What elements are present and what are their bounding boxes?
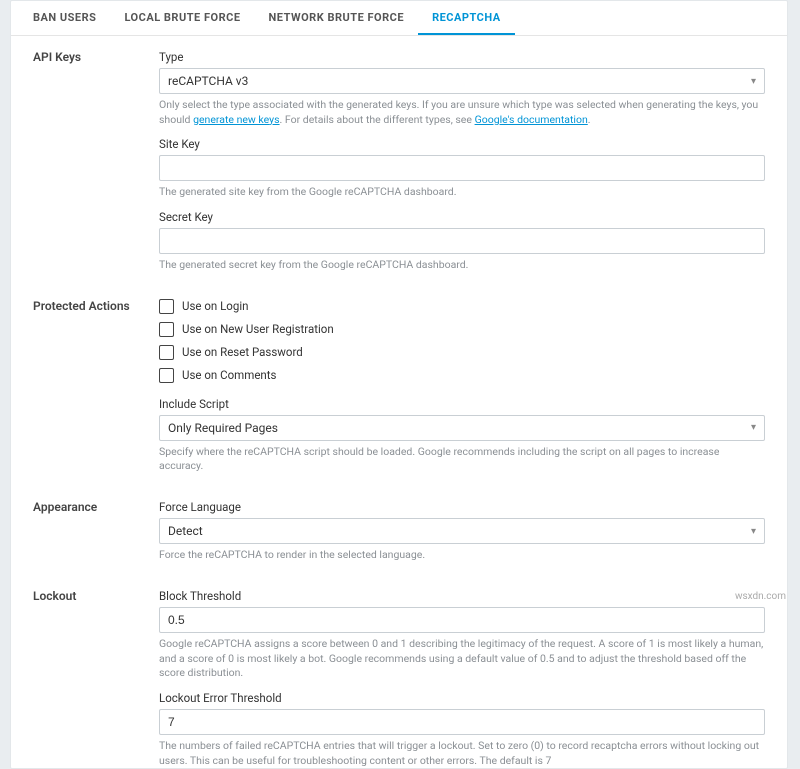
generate-new-keys-link[interactable]: generate new keys xyxy=(193,113,279,126)
check-registration-label: Use on New User Registration xyxy=(182,322,334,336)
chevron-down-icon: ▾ xyxy=(751,422,756,433)
site-key-label: Site Key xyxy=(159,137,765,151)
section-appearance: Appearance Force Language Detect ▾ Force… xyxy=(33,500,765,563)
site-key-helper: The generated site key from the Google r… xyxy=(159,185,765,200)
section-title-appearance: Appearance xyxy=(33,500,153,563)
checkbox-icon xyxy=(159,322,174,337)
watermark: wsxdn.com xyxy=(735,591,786,602)
checkbox-icon xyxy=(159,299,174,314)
google-docs-link[interactable]: Google's documentation xyxy=(475,113,588,126)
section-title-lockout: Lockout xyxy=(33,589,153,768)
content: API Keys Type reCAPTCHA v3 ▾ Only select… xyxy=(11,36,787,768)
chevron-down-icon: ▾ xyxy=(751,76,756,87)
check-login-label: Use on Login xyxy=(182,299,248,313)
force-language-helper: Force the reCAPTCHA to render in the sel… xyxy=(159,548,765,563)
tab-network-brute-force[interactable]: NETWORK BRUTE FORCE xyxy=(255,1,419,35)
lockout-error-helper: The numbers of failed reCAPTCHA entries … xyxy=(159,739,765,768)
section-protected-actions: Protected Actions Use on Login Use on Ne… xyxy=(33,299,765,474)
force-language-value: Detect xyxy=(168,524,203,538)
checkbox-icon xyxy=(159,345,174,360)
block-threshold-helper: Google reCAPTCHA assigns a score between… xyxy=(159,637,765,681)
block-threshold-label: Block Threshold xyxy=(159,589,765,603)
section-title-protected-actions: Protected Actions xyxy=(33,299,153,474)
type-select-value: reCAPTCHA v3 xyxy=(168,74,248,88)
type-label: Type xyxy=(159,50,765,64)
check-login[interactable]: Use on Login xyxy=(159,299,765,314)
tab-recaptcha[interactable]: RECAPTCHA xyxy=(418,1,515,35)
lockout-error-label: Lockout Error Threshold xyxy=(159,691,765,705)
secret-key-input[interactable] xyxy=(159,228,765,254)
include-script-label: Include Script xyxy=(159,397,765,411)
chevron-down-icon: ▾ xyxy=(751,526,756,537)
include-script-helper: Specify where the reCAPTCHA script shoul… xyxy=(159,445,765,474)
secret-key-label: Secret Key xyxy=(159,210,765,224)
include-script-select[interactable]: Only Required Pages ▾ xyxy=(159,415,765,441)
check-reset-password-label: Use on Reset Password xyxy=(182,345,303,359)
section-lockout: Lockout Block Threshold Google reCAPTCHA… xyxy=(33,589,765,768)
block-threshold-input[interactable] xyxy=(159,607,765,633)
check-reset-password[interactable]: Use on Reset Password xyxy=(159,345,765,360)
force-language-select[interactable]: Detect ▾ xyxy=(159,518,765,544)
section-title-api-keys: API Keys xyxy=(33,50,153,273)
check-comments[interactable]: Use on Comments xyxy=(159,368,765,383)
check-comments-label: Use on Comments xyxy=(182,368,276,382)
secret-key-helper: The generated secret key from the Google… xyxy=(159,258,765,273)
force-language-label: Force Language xyxy=(159,500,765,514)
lockout-error-input[interactable] xyxy=(159,709,765,735)
check-registration[interactable]: Use on New User Registration xyxy=(159,322,765,337)
section-api-keys: API Keys Type reCAPTCHA v3 ▾ Only select… xyxy=(33,50,765,273)
site-key-input[interactable] xyxy=(159,155,765,181)
type-select[interactable]: reCAPTCHA v3 ▾ xyxy=(159,68,765,94)
tabs: BAN USERS LOCAL BRUTE FORCE NETWORK BRUT… xyxy=(11,1,787,36)
tab-ban-users[interactable]: BAN USERS xyxy=(19,1,110,35)
include-script-value: Only Required Pages xyxy=(168,421,278,435)
checkbox-icon xyxy=(159,368,174,383)
type-helper: Only select the type associated with the… xyxy=(159,98,765,127)
tab-local-brute-force[interactable]: LOCAL BRUTE FORCE xyxy=(110,1,254,35)
